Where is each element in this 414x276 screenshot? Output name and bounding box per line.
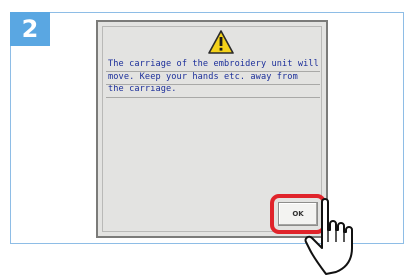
message-line: move. Keep your hands etc. away from — [108, 71, 298, 82]
text-rule — [106, 84, 320, 85]
pointing-hand-icon — [304, 198, 353, 275]
text-rule — [106, 71, 320, 72]
step-number-badge: 2 — [10, 12, 50, 46]
message-line: The carriage of the embroidery unit will — [108, 59, 319, 69]
warning-message: The carriage of the embroidery unit will… — [108, 58, 320, 96]
warning-triangle-icon — [208, 30, 234, 54]
message-line: the carriage. — [108, 84, 177, 95]
text-rule — [106, 97, 320, 98]
